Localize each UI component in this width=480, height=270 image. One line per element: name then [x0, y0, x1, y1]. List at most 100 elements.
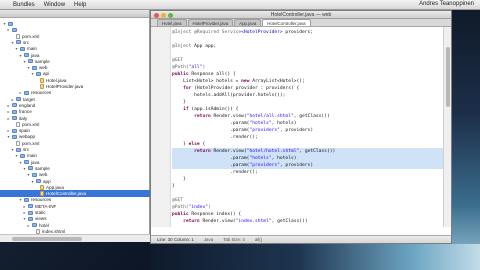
window-title: HotelController.java — web	[270, 12, 332, 18]
java-file-icon	[40, 77, 44, 83]
file-icon	[16, 33, 20, 39]
disclosure-open-icon[interactable]: ▾	[2, 21, 7, 26]
folder-icon	[28, 204, 33, 209]
language-selector[interactable]: Java	[204, 237, 213, 242]
code-line: .param("providers", providers)	[172, 162, 444, 169]
menu-bar: Bundles Window Help Andres Teanoppinen	[0, 0, 480, 10]
editor-tab[interactable]: App.java	[234, 19, 262, 26]
code-line: public Response index() {	[172, 212, 242, 217]
disclosure-closed-icon[interactable]: ▸	[6, 128, 11, 133]
disclosure-open-icon[interactable]: ▾	[18, 53, 23, 58]
disclosure-closed-icon[interactable]: ▸	[6, 27, 11, 32]
editor-tab[interactable]: Hotel.java	[157, 19, 187, 26]
minimize-button[interactable]	[161, 12, 166, 18]
disclosure-open-icon[interactable]: ▾	[10, 147, 15, 152]
folder-icon	[24, 53, 29, 57]
code-area[interactable]: @Inject @Required Service<HotelProvider>…	[172, 27, 444, 227]
editor-window: HotelController.java — web Hotel.java Hot…	[150, 10, 452, 244]
menu-bar-user[interactable]: Andres Teanoppinen	[419, 1, 474, 7]
disclosure-open-icon[interactable]: ▾	[10, 40, 15, 45]
code-line: return Render.view("hotel/hotel.shtml", …	[172, 148, 444, 155]
disclosure-closed-icon[interactable]: ▸	[22, 210, 27, 215]
folder-icon	[28, 210, 33, 215]
disclosure-closed-icon[interactable]: ▸	[26, 223, 31, 228]
code-line: @Path("index")	[172, 205, 211, 210]
disclosure-open-icon[interactable]: ▾	[22, 166, 27, 171]
code-line: .param("hotels", hotels)	[172, 155, 444, 162]
code-line: for (HotelProvider provider : providers)…	[183, 86, 300, 91]
disclosure-open-icon[interactable]: ▾	[22, 216, 27, 221]
code-line: return Render.view("hotel/all.shtml", ge…	[194, 114, 330, 119]
tab-size-selector[interactable]: Tab Size: 4	[223, 237, 245, 242]
java-file-icon	[40, 191, 44, 197]
code-line: @Path("all")	[172, 65, 206, 70]
disclosure-open-icon[interactable]: ▾	[30, 179, 35, 184]
folder-icon	[36, 179, 41, 183]
disclosure-closed-icon[interactable]: ▸	[6, 103, 11, 108]
folder-icon	[8, 21, 13, 26]
disclosure-open-icon[interactable]: ▾	[14, 153, 19, 158]
code-line: hotels.addAll(provider.hotels());	[172, 93, 286, 98]
folder-icon	[36, 71, 41, 76]
java-file-icon	[40, 184, 44, 190]
code-line: @Inject @Required Service<HotelProvider>…	[172, 30, 314, 35]
code-line: @Inject App app;	[172, 44, 217, 49]
folder-icon	[12, 109, 17, 114]
menu-item-bundles[interactable]: Bundles	[13, 2, 35, 8]
folder-icon	[32, 172, 37, 177]
menu-item-window[interactable]: Window	[44, 2, 65, 8]
folder-icon	[12, 116, 17, 120]
code-line: } else {	[172, 142, 206, 147]
disclosure-closed-icon[interactable]: ▸	[6, 109, 11, 114]
disclosure-open-icon[interactable]: ▾	[18, 160, 23, 165]
disclosure-open-icon[interactable]: ▾	[6, 134, 11, 139]
folder-icon	[16, 97, 21, 102]
project-drawer: ▾ ▸ pom.xml ▾ src ▾ main ▾ java ▾ sample ▾ web ▾ api Ho…	[0, 10, 150, 242]
scrollbar-thumb[interactable]	[12, 237, 82, 241]
editor-tab-bar: Hotel.java HotelProvider.java App.java Hote…	[151, 19, 451, 27]
folder-icon	[32, 65, 37, 70]
disclosure-closed-icon[interactable]: ▸	[22, 204, 27, 209]
folder-icon	[20, 46, 25, 51]
disclosure-closed-icon[interactable]: ▸	[18, 90, 23, 95]
folder-icon	[12, 103, 17, 108]
folder-icon	[12, 134, 17, 139]
close-button[interactable]	[154, 12, 159, 18]
scrollbar-thumb[interactable]	[446, 47, 450, 107]
editor-tab[interactable]: HotelController.java	[262, 19, 311, 26]
disclosure-open-icon[interactable]: ▾	[26, 65, 31, 70]
code-line: .param("hotels", hotels)	[172, 121, 297, 126]
code-line: public Response all() {	[172, 72, 236, 77]
code-line: return Render.view("index.shtml", getCla…	[183, 219, 308, 224]
folder-icon	[28, 166, 33, 171]
folder-icon	[12, 128, 17, 133]
folder-icon	[20, 153, 25, 158]
desktop-background	[452, 10, 480, 270]
disclosure-open-icon[interactable]: ▾	[22, 59, 27, 64]
zoom-button[interactable]	[168, 12, 173, 18]
disclosure-open-icon[interactable]: ▾	[30, 71, 35, 76]
editor-vertical-scrollbar[interactable]	[443, 27, 451, 227]
project-drawer-titlebar	[0, 10, 149, 18]
java-file-icon	[40, 84, 44, 89]
symbol-selector[interactable]: all()	[255, 237, 262, 242]
project-horizontal-scrollbar[interactable]	[0, 234, 150, 242]
editor-tab[interactable]: HotelProvider.java	[187, 19, 234, 26]
disclosure-open-icon[interactable]: ▾	[26, 172, 31, 177]
code-line: @GET	[172, 198, 184, 203]
editor-titlebar: HotelController.java — web	[151, 11, 451, 19]
disclosure-closed-icon[interactable]: ▸	[10, 97, 15, 102]
disclosure-open-icon[interactable]: ▾	[18, 197, 23, 202]
file-icon	[16, 140, 20, 146]
disclosure-closed-icon[interactable]: ▸	[6, 116, 11, 121]
disclosure-open-icon[interactable]: ▾	[14, 46, 19, 51]
menu-item-help[interactable]: Help	[74, 2, 86, 8]
code-line: if (app.isAdmin()) {	[183, 107, 239, 112]
cursor-position: Line: 30 Column: 1	[157, 237, 194, 242]
folder-icon	[16, 147, 21, 152]
desktop-background-bottom	[150, 244, 480, 270]
